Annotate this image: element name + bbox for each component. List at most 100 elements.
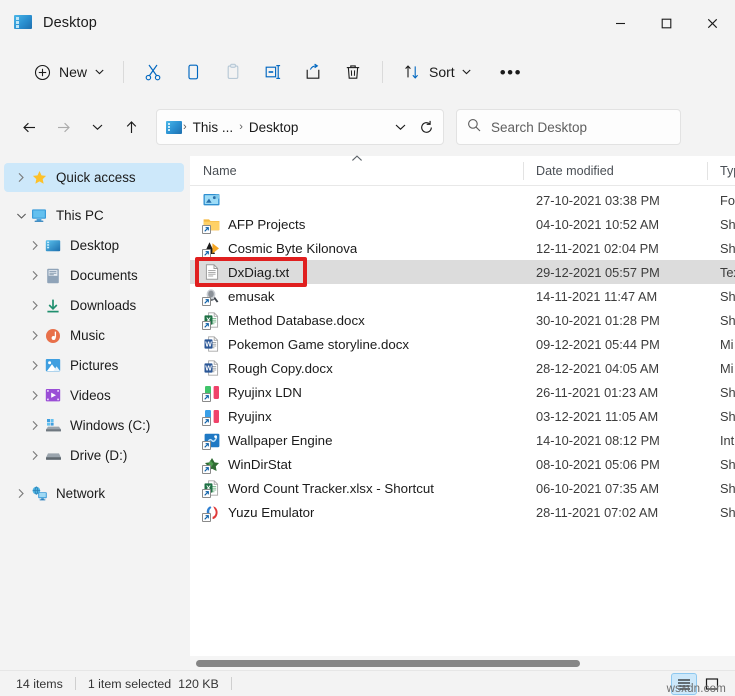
copy-button[interactable]	[173, 55, 213, 89]
file-type-cell: Mi	[720, 336, 734, 352]
file-name-label: Method Database.docx	[228, 312, 365, 328]
recent-locations-button[interactable]	[80, 110, 114, 144]
file-type-cell: Int	[720, 432, 735, 448]
file-type-cell: Sh	[720, 312, 735, 328]
maximize-button[interactable]	[643, 0, 689, 46]
minimize-button[interactable]	[597, 0, 643, 46]
breadcrumb-item-desktop[interactable]: Desktop	[244, 117, 304, 138]
sidebar-item-drive-d[interactable]: Drive (D:)	[4, 441, 184, 470]
chevron-right-icon[interactable]	[12, 488, 30, 499]
file-type-cell: Sh	[720, 480, 735, 496]
table-row[interactable]: Cosmic Byte Kilonova 12-11-2021 02:04 PM S…	[190, 236, 735, 260]
sidebar-item-downloads[interactable]: Downloads	[4, 291, 184, 320]
table-row[interactable]: W Rough Copy.docx 28-12-2021 04:05 AM Mi	[190, 356, 735, 380]
table-row[interactable]: emusak 14-11-2021 11:47 AM Sh	[190, 284, 735, 308]
documents-icon	[44, 268, 62, 284]
sidebar-item-desktop[interactable]: Desktop	[4, 231, 184, 260]
sidebar-item-pictures[interactable]: Pictures	[4, 351, 184, 380]
file-date-cell: 28-12-2021 04:05 AM	[536, 360, 660, 376]
chevron-down-icon[interactable]	[12, 212, 30, 220]
chevron-right-icon[interactable]	[26, 420, 44, 431]
sidebar-item-music[interactable]: Music	[4, 321, 184, 350]
search-input[interactable]: Search Desktop	[456, 109, 681, 145]
file-explorer-window: Desktop New Sort ••• › This ... › Deskto…	[0, 0, 735, 696]
sidebar-label: Documents	[70, 268, 138, 283]
word-doc-icon: W	[203, 360, 220, 377]
file-name-label: Yuzu Emulator	[228, 504, 315, 520]
chevron-right-icon[interactable]	[26, 360, 44, 371]
desktop-icon	[44, 239, 62, 253]
forward-button[interactable]	[46, 110, 80, 144]
table-row[interactable]: Yuzu Emulator 28-11-2021 07:02 AM Sh	[190, 500, 735, 524]
file-name-label: AFP Projects	[228, 216, 306, 232]
table-row[interactable]: DxDiag.txt 29-12-2021 05:57 PM Tex	[190, 260, 735, 284]
sidebar-item-this-pc[interactable]: This PC	[4, 201, 184, 230]
sidebar-label: Network	[56, 486, 106, 501]
chevron-right-icon[interactable]	[26, 450, 44, 461]
sidebar-item-documents[interactable]: Documents	[4, 261, 184, 290]
file-name-cell: X Word Count Tracker.xlsx - Shortcut	[190, 480, 523, 498]
rename-button[interactable]	[253, 55, 293, 89]
window-controls	[597, 0, 735, 46]
sort-button[interactable]: Sort	[392, 55, 482, 89]
shortcut-arrow-icon	[202, 512, 211, 522]
chevron-right-icon[interactable]	[26, 330, 44, 341]
table-row[interactable]: WinDirStat 08-10-2021 05:06 PM Sh	[190, 452, 735, 476]
column-header-name[interactable]: Name	[190, 154, 523, 186]
chevron-right-icon[interactable]	[26, 240, 44, 251]
file-name-cell: Ryujinx	[190, 408, 523, 426]
details-view-button[interactable]	[671, 672, 697, 695]
sidebar-label: Videos	[70, 388, 111, 403]
star-icon	[30, 170, 48, 185]
table-row[interactable]: W Pokemon Game storyline.docx 09-12-2021 0…	[190, 332, 735, 356]
see-more-button[interactable]: •••	[490, 55, 532, 89]
chevron-right-icon[interactable]	[26, 270, 44, 281]
file-name-cell: X Method Database.docx	[190, 312, 523, 330]
scrollbar-thumb[interactable]	[196, 659, 580, 667]
column-header-date-modified[interactable]: Date modified	[523, 156, 707, 186]
toolbar-divider-2	[382, 61, 384, 83]
table-row[interactable]: Ryujinx LDN 26-11-2021 01:23 AM Sh	[190, 380, 735, 404]
file-name-cell: DxDiag.txt	[190, 264, 523, 281]
large-icons-view-button[interactable]	[699, 673, 725, 695]
table-row[interactable]: Wallpaper Engine 14-10-2021 08:12 PM Int	[190, 428, 735, 452]
table-row[interactable]: 27-10-2021 03:38 PM Fol	[190, 188, 735, 212]
sidebar-item-windows-c[interactable]: Windows (C:)	[4, 411, 184, 440]
delete-button[interactable]	[333, 55, 373, 89]
refresh-button[interactable]	[413, 113, 439, 141]
sidebar-label: Drive (D:)	[70, 448, 128, 463]
shortcut-arrow-icon	[202, 320, 211, 330]
file-date-cell: 29-12-2021 05:57 PM	[536, 264, 660, 280]
file-date-cell: 08-10-2021 05:06 PM	[536, 456, 660, 472]
chevron-right-icon[interactable]	[26, 390, 44, 401]
address-dropdown-button[interactable]	[387, 113, 413, 141]
table-row[interactable]: AFP Projects 04-10-2021 10:52 AM Sh	[190, 212, 735, 236]
sidebar-item-network[interactable]: Network	[4, 479, 184, 508]
shortcut-arrow-icon	[202, 248, 211, 258]
chevron-right-icon[interactable]	[26, 300, 44, 311]
back-button[interactable]	[12, 110, 46, 144]
address-bar[interactable]: › This ... › Desktop	[156, 109, 444, 145]
cut-button[interactable]	[133, 55, 173, 89]
paste-button[interactable]	[213, 55, 253, 89]
file-name-label: Wallpaper Engine	[228, 432, 333, 448]
explorer-body: Quick access This PC Desktop Documents D…	[0, 154, 735, 670]
new-button[interactable]: New	[22, 55, 114, 89]
chevron-right-icon[interactable]	[12, 172, 30, 183]
paste-icon	[223, 62, 243, 82]
column-header-type[interactable]: Typ	[707, 156, 735, 186]
table-row[interactable]: X Method Database.docx 30-10-2021 01:28 PM…	[190, 308, 735, 332]
file-name-cell	[190, 192, 523, 209]
sidebar-item-quick-access[interactable]: Quick access	[4, 163, 184, 192]
sidebar-item-videos[interactable]: Videos	[4, 381, 184, 410]
up-button[interactable]	[114, 110, 148, 144]
breadcrumb-item-this-pc[interactable]: This ...	[188, 117, 239, 138]
this-pc-icon	[30, 208, 48, 223]
table-row[interactable]: Ryujinx 03-12-2021 11:05 AM Sh	[190, 404, 735, 428]
toolbar-divider	[123, 61, 125, 83]
desktop-icon	[14, 15, 32, 31]
table-row[interactable]: X Word Count Tracker.xlsx - Shortcut 06-10…	[190, 476, 735, 500]
close-button[interactable]	[689, 0, 735, 46]
horizontal-scrollbar[interactable]	[190, 656, 735, 670]
share-button[interactable]	[293, 55, 333, 89]
